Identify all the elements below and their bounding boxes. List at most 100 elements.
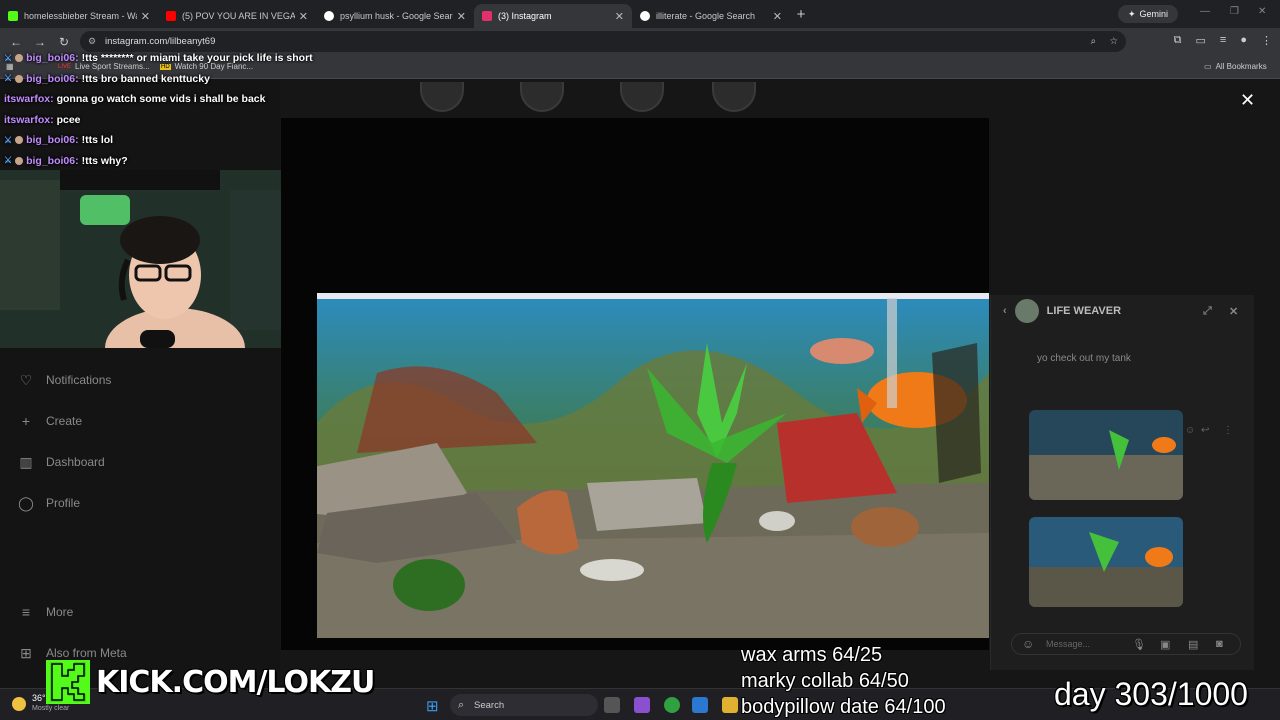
avatar[interactable] xyxy=(1014,299,1039,323)
sword-badge-icon: ⚔ xyxy=(4,73,13,84)
taskbar-search-label: Search xyxy=(474,699,505,711)
taskbar-search[interactable]: ⌕ Search xyxy=(450,694,598,716)
day-counter: day 303/1000 xyxy=(1054,676,1248,712)
copilot-icon[interactable] xyxy=(634,697,650,713)
tab-title: psyllium husk - Google Search xyxy=(340,11,453,21)
sparkle-icon: ✦ xyxy=(1127,8,1136,19)
tab-close-icon[interactable]: ✕ xyxy=(457,10,466,23)
story-avatar[interactable] xyxy=(520,82,564,112)
story-avatar[interactable] xyxy=(620,82,664,112)
chat-username: big_boi06: xyxy=(26,154,79,167)
chat-username: big_boi06: xyxy=(26,52,79,65)
chat-text: !tts ******** or miami take your pick li… xyxy=(81,52,313,65)
avatar-badge-icon xyxy=(15,136,24,145)
sidebar-item-create[interactable]: + Create xyxy=(18,413,82,429)
dm-image-attachment[interactable] xyxy=(1029,517,1183,607)
heart-icon: ♡ xyxy=(19,372,33,388)
sticker-icon[interactable]: ◙ xyxy=(1216,638,1223,650)
tab-title: illiterate - Google Search xyxy=(656,11,756,21)
browser-tab-bar: homelessbieber Stream - Watc ✕ (5) POV Y… xyxy=(0,0,1280,28)
search-icon: ⌕ xyxy=(458,698,465,711)
dm-message-text: yo check out my tank xyxy=(1037,353,1131,364)
forward-icon[interactable]: → xyxy=(28,35,52,49)
all-bookmarks[interactable]: ▭ All Bookmarks xyxy=(1204,62,1267,71)
story-avatar[interactable] xyxy=(420,82,464,112)
goal-item: wax arms 64/25 xyxy=(741,644,883,666)
chat-username: big_boi06: xyxy=(26,72,79,85)
window-close-button[interactable]: ✕ xyxy=(1258,6,1266,17)
tab-google-illiterate[interactable]: illiterate - Google Search ✕ xyxy=(632,4,790,28)
emoji-react-icon[interactable]: ☺ xyxy=(1185,425,1195,436)
star-icon[interactable]: ☆ xyxy=(1109,36,1118,47)
gemini-button[interactable]: ✦ Gemini xyxy=(1118,5,1178,23)
chat-text: !tts lol xyxy=(81,134,114,147)
reading-list-icon[interactable]: ≡ xyxy=(1220,34,1226,47)
chat-text: !tts bro banned kenttucky xyxy=(81,72,210,85)
more-menu-icon[interactable]: ⋮ xyxy=(1261,34,1272,47)
chat-username: big_boi06: xyxy=(26,134,79,147)
weather-temp: 36° xyxy=(32,693,46,703)
windows-start-icon[interactable]: ⊞ xyxy=(426,697,439,715)
more-icon[interactable]: ⋮ xyxy=(1223,425,1233,436)
reload-icon[interactable]: ↻ xyxy=(52,35,76,49)
chat-message: ⚔ big_boi06: !tts ******** or miami take… xyxy=(0,48,360,69)
url-text: instagram.com/lilbeanyt69 xyxy=(105,36,216,47)
close-icon[interactable]: ✕ xyxy=(1229,305,1238,318)
chat-message: itswarfox: gonna go watch some vids i sh… xyxy=(0,89,360,110)
gemini-label: Gemini xyxy=(1139,9,1169,19)
story-avatar[interactable] xyxy=(712,82,756,112)
maximize-button[interactable]: ❐ xyxy=(1230,6,1239,17)
emoji-icon[interactable]: ☺ xyxy=(1022,637,1034,651)
profile-avatar-icon[interactable]: ● xyxy=(1240,34,1247,47)
tab-kick[interactable]: homelessbieber Stream - Watc ✕ xyxy=(0,4,158,28)
tab-close-icon[interactable]: ✕ xyxy=(773,10,782,23)
explorer-icon[interactable] xyxy=(722,697,738,713)
tab-close-icon[interactable]: ✕ xyxy=(615,10,624,23)
tank-thumbnail xyxy=(1029,517,1183,607)
site-info-icon[interactable]: ⚙ xyxy=(88,36,96,47)
dm-contact-name[interactable]: LIFE WEAVER xyxy=(1047,305,1121,317)
chevron-left-icon[interactable]: ‹ xyxy=(1003,305,1007,317)
cast-icon[interactable]: ▭ xyxy=(1196,34,1206,47)
tab-instagram[interactable]: (3) Instagram ✕ xyxy=(474,4,632,28)
expand-icon[interactable]: ⤢ xyxy=(1203,305,1212,318)
chat-text: gonna go watch some vids i shall be back xyxy=(56,93,266,106)
close-icon[interactable]: ✕ xyxy=(1240,90,1255,111)
sidebar-item-label: Also from Meta xyxy=(46,646,127,660)
task-view-icon[interactable] xyxy=(604,697,620,713)
sidebar-item-notifications[interactable]: ♡ Notifications xyxy=(18,372,112,388)
microphone-icon[interactable]: 🎙 xyxy=(1132,638,1146,651)
sidebar-item-profile[interactable]: ◯ Profile xyxy=(18,495,80,511)
reply-icon[interactable]: ↩ xyxy=(1201,425,1209,436)
back-icon[interactable]: ← xyxy=(4,35,28,49)
sidebar-item-more[interactable]: ≡ More xyxy=(18,604,73,620)
chart-icon: ▥ xyxy=(19,454,33,470)
extensions-icon[interactable]: ⧉ xyxy=(1174,34,1182,47)
tab-close-icon[interactable]: ✕ xyxy=(299,10,308,23)
folder-icon: ▭ xyxy=(1204,62,1212,71)
dm-message-input[interactable]: ☺ Message... 🎙 ▣ ▤ ◙ xyxy=(1011,633,1241,655)
menu-icon: ≡ xyxy=(21,604,31,620)
new-tab-button[interactable]: + xyxy=(790,6,812,23)
sidebar-item-dashboard[interactable]: ▥ Dashboard xyxy=(18,454,104,470)
zoom-icon[interactable]: ⌕ xyxy=(1091,36,1096,47)
screen: homelessbieber Stream - Watc ✕ (5) POV Y… xyxy=(0,0,1280,720)
sword-badge-icon: ⚔ xyxy=(4,155,13,166)
all-bookmarks-label: All Bookmarks xyxy=(1215,62,1267,71)
image-icon[interactable]: ▣ xyxy=(1160,638,1170,651)
kick-branding: KICK.COM/LOKZU xyxy=(46,660,375,704)
sidebar-item-meta[interactable]: ⊞ Also from Meta xyxy=(18,645,127,661)
avatar-badge-icon xyxy=(15,156,24,165)
weather-icon[interactable] xyxy=(12,697,26,711)
tab-youtube[interactable]: (5) POV YOU ARE IN VEGAS ON ✕ xyxy=(158,4,316,28)
sidebar-item-label: Create xyxy=(46,414,83,428)
tab-close-icon[interactable]: ✕ xyxy=(141,10,150,23)
dm-image-attachment[interactable] xyxy=(1029,410,1183,500)
minimize-button[interactable]: — xyxy=(1200,6,1210,17)
youtube-favicon-icon xyxy=(166,11,176,21)
google-favicon-icon xyxy=(324,11,334,21)
tab-google-psyllium[interactable]: psyllium husk - Google Search ✕ xyxy=(316,4,474,28)
chrome-icon[interactable] xyxy=(664,697,680,713)
store-icon[interactable] xyxy=(692,697,708,713)
gif-icon[interactable]: ▤ xyxy=(1188,638,1198,651)
